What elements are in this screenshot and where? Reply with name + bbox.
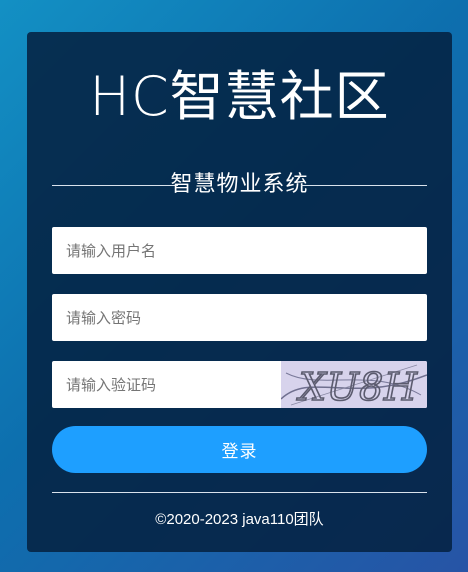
login-button[interactable]: 登录 [52,426,427,473]
page-title: HC智慧社区 [89,65,390,128]
subtitle-divider-right [301,185,427,186]
login-panel: HC智慧社区 智慧物业系统 XU8H 登录 ©2020-2023 java110… [27,32,452,552]
captcha-text: XU8H [296,365,418,408]
subtitle-row: 智慧物业系统 [52,169,427,201]
password-input[interactable] [52,294,427,341]
captcha-image[interactable]: XU8H [280,361,427,408]
copyright-text: ©2020-2023 java110团队 [155,511,324,528]
password-field-wrapper [52,294,427,341]
username-field-wrapper [52,227,427,274]
username-input[interactable] [52,227,427,274]
footer-divider [52,492,427,493]
captcha-graphic: XU8H [280,361,427,408]
captcha-input[interactable] [52,361,281,408]
captcha-field-wrapper: XU8H [52,361,427,408]
